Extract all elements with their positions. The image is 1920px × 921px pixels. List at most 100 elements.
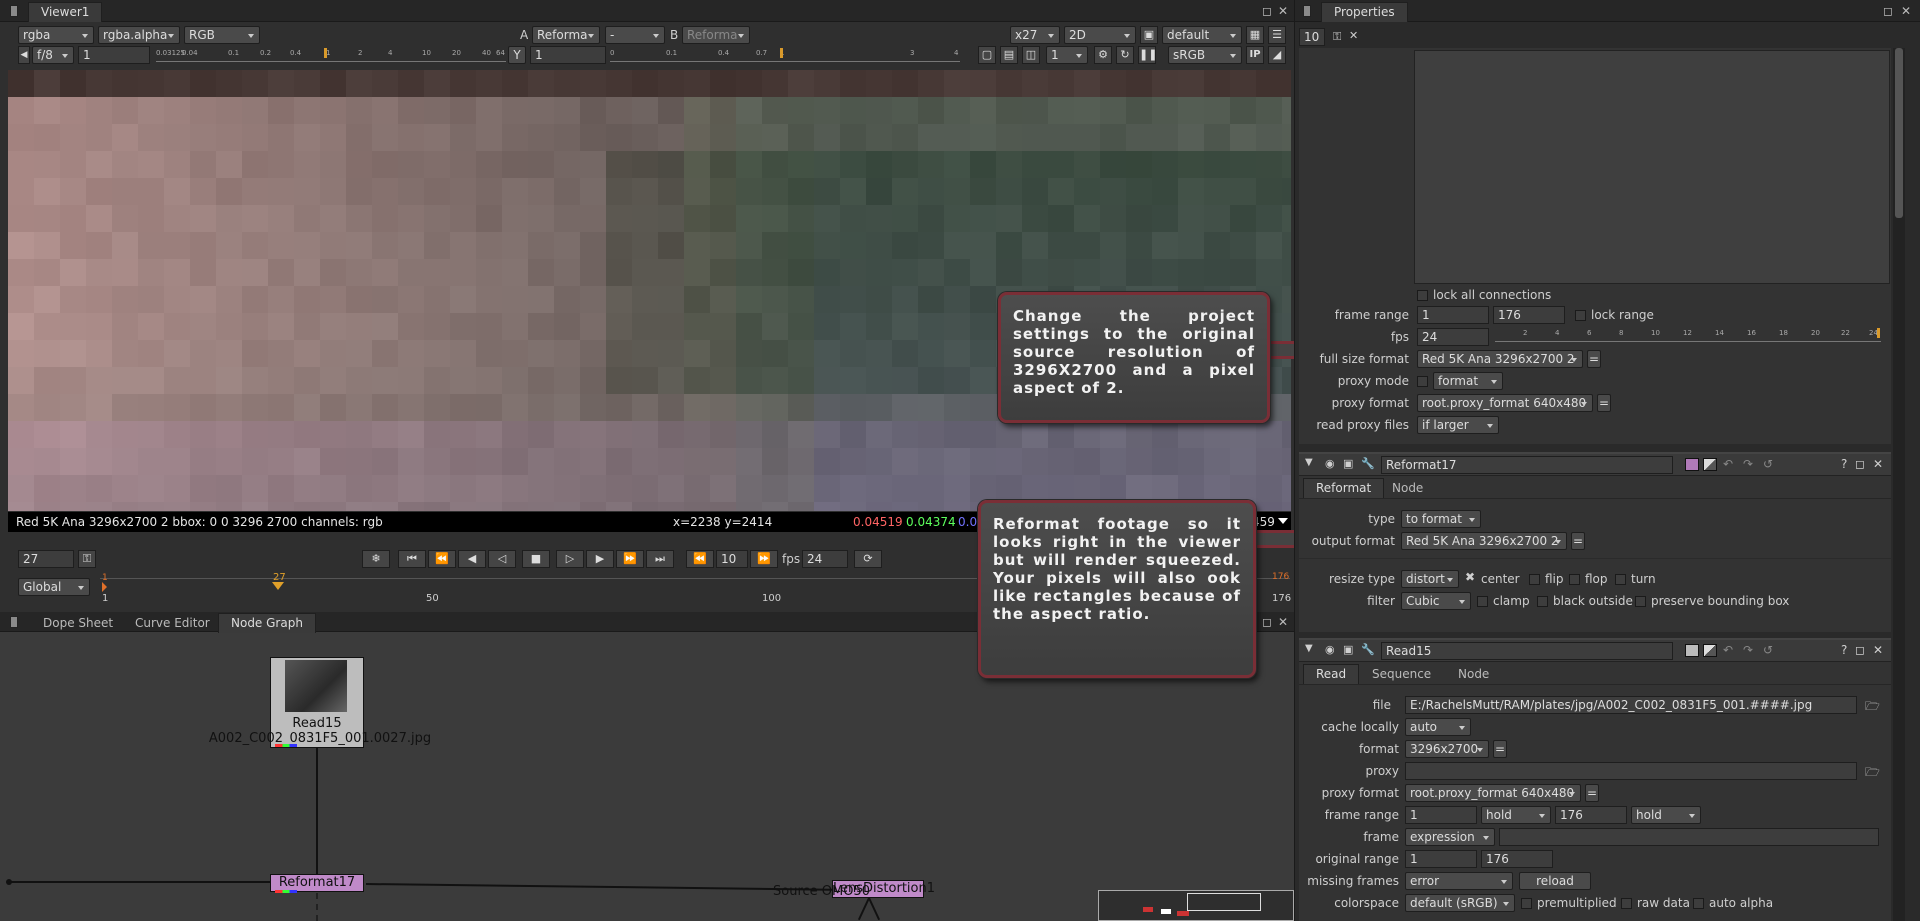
current-frame-field[interactable]: 27 bbox=[18, 550, 74, 568]
minimap-viewport[interactable] bbox=[1187, 893, 1261, 911]
fps-slider[interactable]: 2 4 6 8 10 12 14 16 18 20 22 24 bbox=[1495, 328, 1881, 342]
tab-reformat[interactable]: Reformat bbox=[1303, 478, 1385, 498]
file-path-field[interactable]: E:/RachelsMutt/RAM/plates/jpg/A002_C002_… bbox=[1405, 696, 1857, 714]
fps-handle-icon[interactable] bbox=[1877, 328, 1880, 338]
float-panel-icon[interactable]: ◻ bbox=[1855, 457, 1865, 471]
skip-back-icon[interactable]: ⏪ bbox=[686, 550, 714, 568]
lock-icon[interactable]: ⚿ bbox=[78, 550, 96, 568]
type-dropdown[interactable]: to format bbox=[1401, 510, 1481, 528]
collapse-icon[interactable]: ▼ bbox=[1305, 457, 1313, 468]
close-pane-icon[interactable]: ✕ bbox=[1278, 615, 1288, 629]
output-format-edit-button[interactable]: = bbox=[1571, 532, 1585, 550]
original-last-field[interactable]: 176 bbox=[1481, 850, 1553, 868]
filter-dropdown[interactable]: Cubic bbox=[1401, 592, 1471, 610]
raw-data-checkbox[interactable] bbox=[1621, 898, 1632, 909]
node-color-swatch-icon[interactable] bbox=[1685, 644, 1699, 657]
revert-icon[interactable]: ↺ bbox=[1763, 643, 1773, 657]
input-process-button[interactable]: IP bbox=[1246, 46, 1264, 64]
float-pane-icon[interactable]: ◻ bbox=[1262, 615, 1272, 629]
redo-icon[interactable]: ↷ bbox=[1743, 643, 1753, 657]
reformat-name-field[interactable]: Reformat17 bbox=[1381, 456, 1673, 474]
lock-all-checkbox[interactable] bbox=[1417, 290, 1428, 301]
clear-panels-icon[interactable]: ✕ bbox=[1349, 29, 1358, 42]
gamma-slider[interactable]: 0 0.1 0.4 0.7 1 3 4 bbox=[610, 48, 960, 62]
connection-wire[interactable] bbox=[868, 897, 881, 921]
lut-dropdown[interactable]: default bbox=[1162, 26, 1242, 44]
frame-end-field[interactable]: 176 bbox=[1493, 306, 1565, 324]
proxy-format-dropdown[interactable]: root.proxy_format 640x480 bbox=[1417, 394, 1593, 412]
last-frame-field[interactable]: 176 bbox=[1555, 806, 1627, 824]
tab-properties[interactable]: Properties bbox=[1321, 2, 1408, 22]
read-proxy-format-dropdown[interactable]: root.proxy_format 640x480 bbox=[1405, 784, 1581, 802]
play-forward-icon[interactable]: ▷ bbox=[556, 550, 584, 568]
start-marker-icon[interactable] bbox=[102, 582, 107, 592]
node-color-icon[interactable]: ▣ bbox=[1343, 643, 1353, 656]
pane-grip-icon[interactable] bbox=[10, 5, 18, 17]
read-proxy-format-edit-button[interactable]: = bbox=[1585, 784, 1599, 802]
after-dropdown[interactable]: hold bbox=[1631, 806, 1701, 824]
max-panels-field[interactable]: 10 bbox=[1299, 28, 1325, 46]
original-first-field[interactable]: 1 bbox=[1405, 850, 1477, 868]
refresh-icon[interactable]: ↻ bbox=[1116, 46, 1134, 64]
cache-locally-dropdown[interactable]: auto bbox=[1405, 718, 1471, 736]
playhead-icon[interactable] bbox=[272, 582, 284, 590]
zoom-dropdown[interactable]: x27 bbox=[1010, 26, 1060, 44]
output-format-dropdown[interactable]: Red 5K Ana 3296x2700 2 bbox=[1401, 532, 1567, 550]
undo-icon[interactable]: ↶ bbox=[1723, 457, 1733, 471]
project-fps-field[interactable]: 24 bbox=[1417, 328, 1489, 346]
missing-frames-dropdown[interactable]: error bbox=[1405, 872, 1513, 890]
gain-slider[interactable]: 0.03125 0.04 0.1 0.2 0.4 1 2 4 10 20 40 … bbox=[156, 48, 506, 62]
help-icon[interactable]: ? bbox=[1841, 643, 1847, 657]
format-edit-button[interactable]: = bbox=[1493, 740, 1507, 758]
resize-type-dropdown[interactable]: distort bbox=[1401, 570, 1459, 588]
play-backward-icon[interactable]: ◁ bbox=[488, 550, 516, 568]
viewer-toggle-icon[interactable]: ◉ bbox=[1325, 643, 1335, 656]
tab-sequence[interactable]: Sequence bbox=[1359, 664, 1444, 684]
fstop-dropdown[interactable]: f/8 bbox=[32, 46, 74, 64]
overlay-icon[interactable]: ◫ bbox=[1022, 46, 1040, 64]
undo-icon[interactable]: ↶ bbox=[1723, 643, 1733, 657]
wrench-icon[interactable]: 🔧 bbox=[1361, 457, 1375, 470]
loop-icon[interactable]: ⟳ bbox=[854, 550, 882, 568]
folder-icon[interactable]: 🗁 bbox=[1865, 697, 1880, 718]
proxy-format-edit-button[interactable]: = bbox=[1597, 394, 1611, 412]
frame-mode-dropdown[interactable]: expression bbox=[1405, 828, 1495, 846]
tab-node-graph[interactable]: Node Graph bbox=[218, 613, 316, 633]
center-checkbox[interactable]: ✖ bbox=[1465, 570, 1475, 584]
gl-color-icon[interactable] bbox=[1703, 644, 1717, 657]
redo-icon[interactable]: ↷ bbox=[1743, 457, 1753, 471]
increment-field[interactable]: 10 bbox=[716, 550, 748, 568]
pane-grip-icon[interactable] bbox=[10, 616, 18, 628]
proxy-mode-checkbox[interactable] bbox=[1417, 376, 1428, 387]
colorspace-dropdown[interactable]: default (sRGB) bbox=[1405, 894, 1515, 912]
frame-expression-field[interactable] bbox=[1499, 828, 1879, 846]
gamma-field[interactable]: 1 bbox=[530, 46, 606, 64]
connection-wire[interactable] bbox=[8, 881, 270, 883]
close-pane-icon[interactable]: ✕ bbox=[1278, 4, 1288, 18]
pane-grip-icon[interactable] bbox=[1303, 5, 1311, 17]
connection-wire[interactable] bbox=[316, 748, 318, 882]
float-pane-icon[interactable]: ◻ bbox=[1883, 4, 1893, 18]
full-size-format-dropdown[interactable]: Red 5K Ana 3296x2700 2 bbox=[1417, 350, 1583, 368]
reload-button[interactable]: reload bbox=[1519, 872, 1591, 890]
frame-start-field[interactable]: 1 bbox=[1417, 306, 1489, 324]
camera-icon[interactable]: ▣ bbox=[1140, 26, 1158, 44]
flip-checkbox[interactable] bbox=[1529, 574, 1540, 585]
full-size-format-edit-button[interactable]: = bbox=[1587, 350, 1601, 368]
node-color-swatch-icon[interactable] bbox=[1685, 458, 1699, 471]
close-panel-icon[interactable]: ✕ bbox=[1873, 457, 1883, 471]
skip-forward-icon[interactable]: ⏩ bbox=[750, 550, 778, 568]
auto-alpha-checkbox[interactable] bbox=[1693, 898, 1704, 909]
compare-op-dropdown[interactable]: - bbox=[605, 26, 665, 44]
gear-icon[interactable]: ⚙ bbox=[1094, 46, 1112, 64]
viewer-image[interactable] bbox=[8, 70, 1291, 511]
menu-icon[interactable]: ☰ bbox=[1268, 26, 1286, 44]
tab-viewer1[interactable]: Viewer1 bbox=[28, 2, 103, 22]
wipe-icon[interactable]: ◢ bbox=[1268, 46, 1286, 64]
gamma-handle-icon[interactable] bbox=[780, 48, 783, 58]
node-color-icon[interactable]: ▣ bbox=[1343, 457, 1353, 470]
safe-area-icon[interactable]: ▤ bbox=[1000, 46, 1018, 64]
view-mode-dropdown[interactable]: 2D bbox=[1064, 26, 1136, 44]
input-b-dropdown[interactable]: Reforma bbox=[682, 26, 750, 44]
float-panel-icon[interactable]: ◻ bbox=[1855, 643, 1865, 657]
